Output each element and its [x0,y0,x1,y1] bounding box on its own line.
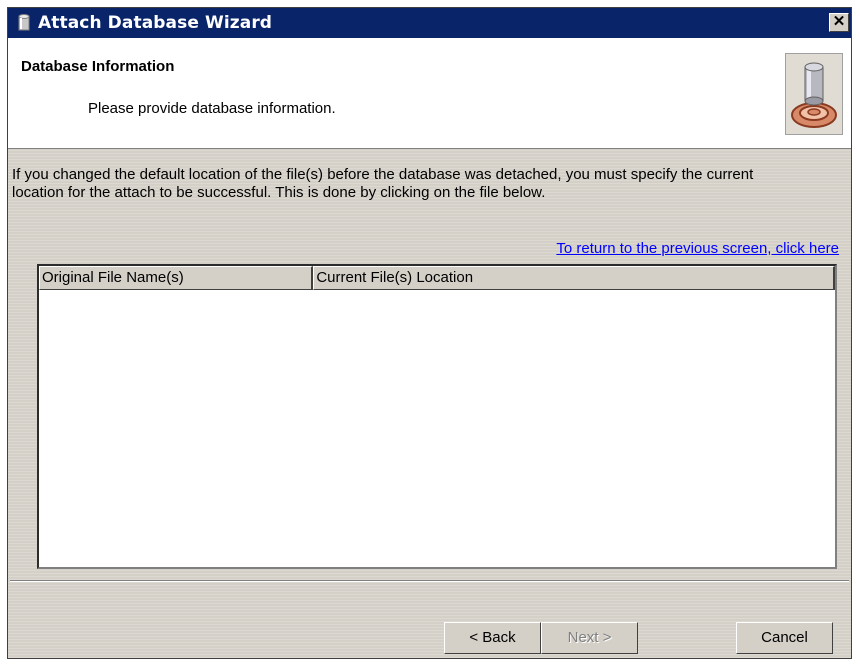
database-wizard-icon [785,53,843,135]
back-button[interactable]: < Back [444,622,541,654]
button-divider [10,580,849,582]
column-header-original-file[interactable]: Original File Name(s) [39,266,314,290]
wizard-header: Database Information Please provide data… [8,38,851,149]
return-link[interactable]: To return to the previous screen, click … [556,240,839,257]
close-button[interactable]: ✕ [829,13,849,32]
instruction-text: If you changed the default location of t… [12,166,754,201]
database-icon [18,14,30,31]
cancel-button[interactable]: Cancel [736,622,833,654]
title-bar: Attach Database Wizard ✕ [8,8,851,38]
file-grid[interactable]: Original File Name(s) Current File(s) Lo… [37,264,837,569]
wizard-body: If you changed the default location of t… [8,149,851,658]
window-title: Attach Database Wizard [38,13,273,33]
page-title: Database Information [21,58,175,75]
wizard-window: Attach Database Wizard ✕ Database Inform… [7,7,852,659]
next-button[interactable]: Next > [541,622,638,654]
column-header-current-location[interactable]: Current File(s) Location [313,266,835,290]
page-subtitle: Please provide database information. [88,100,336,117]
grid-header: Original File Name(s) Current File(s) Lo… [39,266,835,290]
